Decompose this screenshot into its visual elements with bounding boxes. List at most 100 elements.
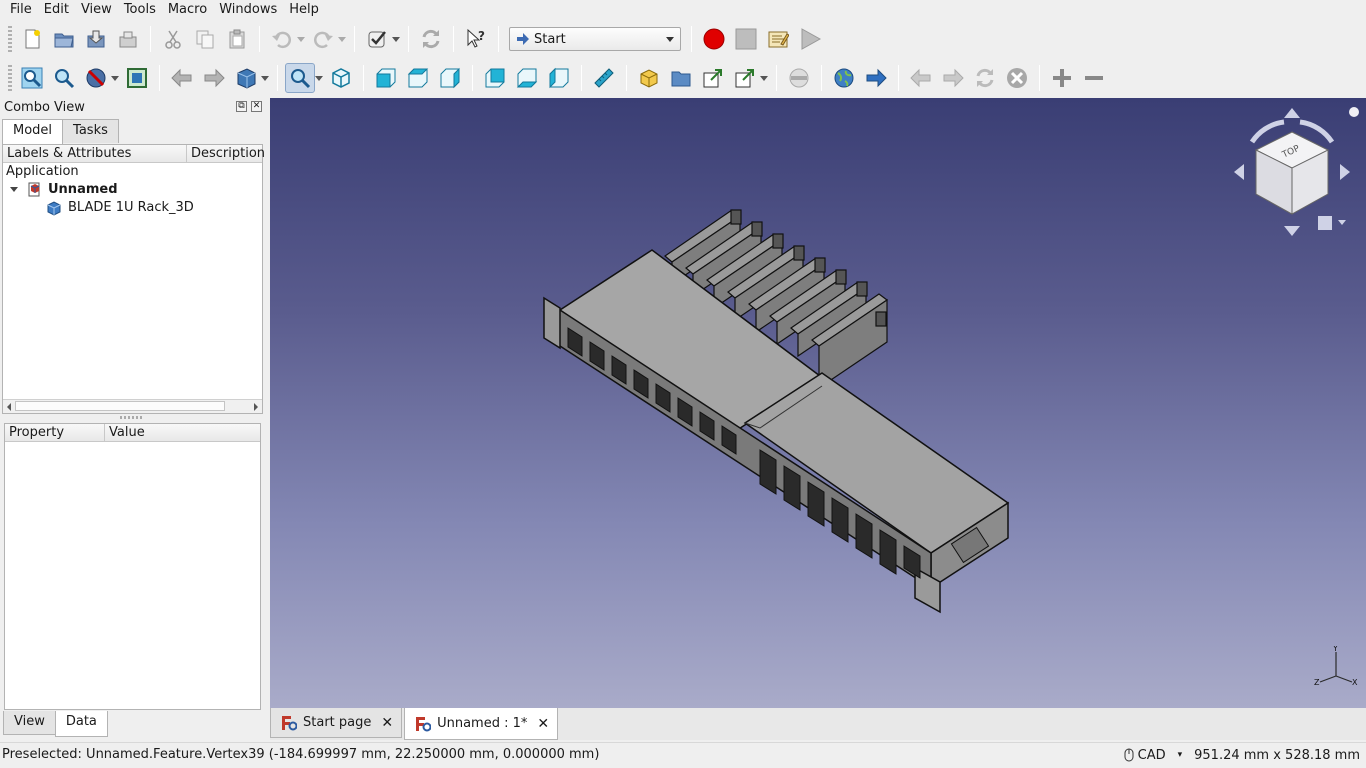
web-browser-button[interactable] bbox=[829, 63, 859, 93]
open-button[interactable] bbox=[49, 24, 79, 54]
menu-macro[interactable]: Macro bbox=[162, 0, 213, 20]
tab-model[interactable]: Model bbox=[2, 119, 64, 145]
undo-button[interactable] bbox=[267, 24, 297, 54]
right-view-button[interactable] bbox=[435, 63, 465, 93]
menu-edit[interactable]: Edit bbox=[38, 0, 75, 20]
status-message: Preselected: Unnamed.Feature.Vertex39 (-… bbox=[2, 747, 600, 762]
save-button[interactable] bbox=[81, 24, 111, 54]
toolbar-grip[interactable] bbox=[8, 26, 12, 52]
float-panel-button[interactable]: ⧉ bbox=[236, 101, 247, 112]
column-labels[interactable]: Labels & Attributes bbox=[3, 145, 187, 162]
menu-view[interactable]: View bbox=[75, 0, 118, 20]
go-button[interactable] bbox=[861, 63, 891, 93]
recompute-dropdown[interactable] bbox=[391, 24, 400, 54]
browser-forward-button[interactable] bbox=[938, 63, 968, 93]
tree-item-object[interactable]: BLADE 1U Rack_3D bbox=[3, 199, 262, 217]
chevron-down-icon[interactable]: ▾ bbox=[1178, 750, 1183, 760]
tree-item-document[interactable]: Unnamed bbox=[3, 181, 262, 199]
draw-style-dropdown[interactable] bbox=[110, 63, 119, 93]
doc-tab-unnamed[interactable]: Unnamed : 1* ✕ bbox=[404, 708, 559, 740]
navigation-cube[interactable]: TOP bbox=[1232, 102, 1362, 242]
fit-all-button[interactable] bbox=[17, 63, 47, 93]
left-view-button[interactable] bbox=[544, 63, 574, 93]
bottom-view-button[interactable] bbox=[512, 63, 542, 93]
close-icon[interactable]: ✕ bbox=[537, 716, 549, 732]
expand-arrow-icon[interactable] bbox=[10, 187, 18, 192]
browser-back-button[interactable] bbox=[906, 63, 936, 93]
create-part-button[interactable] bbox=[634, 63, 664, 93]
close-panel-button[interactable]: ✕ bbox=[251, 101, 262, 112]
create-group-button[interactable] bbox=[666, 63, 696, 93]
scroll-right-icon[interactable] bbox=[254, 403, 258, 411]
std-views-button[interactable] bbox=[231, 63, 261, 93]
nav-view-menu-icon[interactable] bbox=[1318, 216, 1332, 230]
nav-menu-dot[interactable] bbox=[1349, 107, 1359, 117]
link-actions-dropdown[interactable] bbox=[759, 63, 768, 93]
draw-style-button[interactable] bbox=[81, 63, 111, 93]
save-icon bbox=[87, 30, 105, 48]
toolbar-separator bbox=[691, 26, 692, 52]
tree-horizontal-scrollbar[interactable] bbox=[3, 399, 262, 413]
zoom-button[interactable] bbox=[285, 63, 315, 93]
edit-macro-button[interactable] bbox=[763, 24, 793, 54]
workbench-selector[interactable]: Start bbox=[509, 27, 681, 51]
scroll-left-icon[interactable] bbox=[7, 403, 11, 411]
bounding-box-button[interactable] bbox=[122, 63, 152, 93]
refresh-button[interactable] bbox=[416, 24, 446, 54]
front-view-button[interactable] bbox=[371, 63, 401, 93]
zoom-out-button[interactable] bbox=[1079, 63, 1109, 93]
toolbar-separator bbox=[472, 65, 473, 91]
browser-stop-button[interactable] bbox=[1002, 63, 1032, 93]
view-back-button[interactable] bbox=[167, 63, 197, 93]
redo-dropdown[interactable] bbox=[337, 24, 346, 54]
nav-rotate-down-icon[interactable] bbox=[1284, 226, 1300, 236]
record-macro-button[interactable] bbox=[699, 24, 729, 54]
rack-model[interactable] bbox=[270, 98, 1366, 708]
toolbar-grip[interactable] bbox=[8, 65, 12, 91]
top-view-button[interactable] bbox=[403, 63, 433, 93]
measure-button[interactable] bbox=[589, 63, 619, 93]
menu-help[interactable]: Help bbox=[283, 0, 325, 20]
nav-rotate-left-icon[interactable] bbox=[1234, 164, 1244, 180]
std-views-dropdown[interactable] bbox=[260, 63, 269, 93]
whats-this-button[interactable]: ? bbox=[461, 24, 491, 54]
scrollbar-thumb[interactable] bbox=[15, 401, 225, 411]
tab-tasks[interactable]: Tasks bbox=[62, 119, 119, 143]
rear-view-button[interactable] bbox=[480, 63, 510, 93]
view-toolbar bbox=[0, 59, 1366, 97]
sync-view-button[interactable] bbox=[784, 63, 814, 93]
recompute-check-button[interactable] bbox=[362, 24, 392, 54]
menu-windows[interactable]: Windows bbox=[213, 0, 283, 20]
redo-button[interactable] bbox=[308, 24, 338, 54]
stop-macro-button[interactable] bbox=[731, 24, 761, 54]
doc-tab-start-page[interactable]: Start page ✕ bbox=[270, 708, 403, 738]
fit-selection-button[interactable] bbox=[49, 63, 79, 93]
zoom-in-button[interactable] bbox=[1047, 63, 1077, 93]
isometric-view-button[interactable] bbox=[326, 63, 356, 93]
cut-button[interactable] bbox=[158, 24, 188, 54]
close-icon[interactable]: ✕ bbox=[381, 715, 393, 731]
tab-view[interactable]: View bbox=[3, 711, 56, 735]
run-macro-button[interactable] bbox=[795, 24, 825, 54]
browser-refresh-button[interactable] bbox=[970, 63, 1000, 93]
copy-button[interactable] bbox=[190, 24, 220, 54]
nav-rotate-up-icon[interactable] bbox=[1284, 108, 1300, 118]
3d-viewport[interactable]: TOP Y X Z bbox=[270, 98, 1366, 708]
column-value[interactable]: Value bbox=[105, 424, 260, 441]
column-property[interactable]: Property bbox=[5, 424, 105, 441]
create-link-button[interactable] bbox=[698, 63, 728, 93]
zoom-dropdown[interactable] bbox=[314, 63, 323, 93]
tab-data[interactable]: Data bbox=[54, 711, 108, 737]
undo-dropdown[interactable] bbox=[296, 24, 305, 54]
paste-button[interactable] bbox=[222, 24, 252, 54]
column-description[interactable]: Description bbox=[187, 145, 265, 162]
menu-tools[interactable]: Tools bbox=[118, 0, 162, 20]
nav-rotate-right-icon[interactable] bbox=[1340, 164, 1350, 180]
navigation-style[interactable]: CAD bbox=[1138, 748, 1166, 763]
save-as-button[interactable] bbox=[113, 24, 143, 54]
view-forward-button[interactable] bbox=[199, 63, 229, 93]
link-actions-button[interactable] bbox=[730, 63, 760, 93]
new-file-button[interactable] bbox=[17, 24, 47, 54]
menu-file[interactable]: File bbox=[4, 0, 38, 20]
splitter-handle[interactable] bbox=[120, 416, 144, 419]
